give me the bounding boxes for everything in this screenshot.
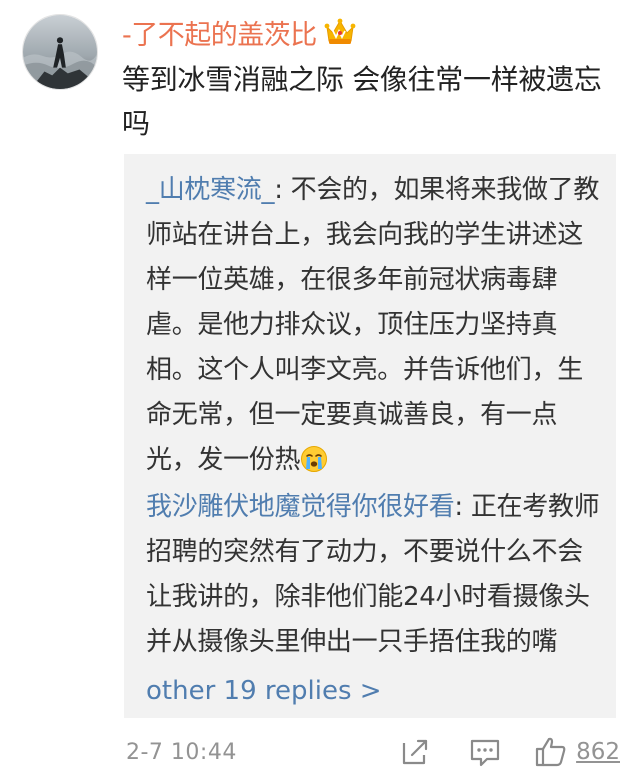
comment-icon[interactable]: [468, 735, 502, 769]
reply-item[interactable]: _山枕寒流_: 不会的，如果将来我做了教师站在讲台上，我会向我的学生讲述这样一位…: [146, 168, 602, 483]
repost-icon[interactable]: [398, 735, 432, 769]
reply-separator: :: [454, 492, 471, 522]
avatar-image: [23, 15, 97, 89]
reply-item[interactable]: 我沙雕伏地魔觉得你很好看: 正在考教师招聘的突然有了动力，不要说什么不会让我讲的…: [146, 485, 602, 665]
reply-author[interactable]: 我沙雕伏地魔觉得你很好看: [146, 492, 455, 522]
avatar[interactable]: [22, 14, 98, 90]
comment-text: 等到冰雪消融之际 会像往常一样被遗忘吗: [122, 63, 602, 140]
comment-footer: 2-7 10:44 862: [126, 732, 620, 772]
reply-author[interactable]: _山枕寒流_: [146, 175, 275, 205]
username[interactable]: -了不起的盖茨比: [122, 13, 317, 52]
vip-crown-icon[interactable]: [323, 17, 357, 47]
comment-header: -了不起的盖茨比: [122, 12, 357, 52]
thumbs-up-icon: [534, 735, 568, 769]
more-replies-link[interactable]: other 19 replies >: [146, 669, 602, 714]
reply-separator: :: [274, 175, 291, 205]
timestamp: 2-7 10:44: [126, 739, 237, 765]
replies-box[interactable]: _山枕寒流_: 不会的，如果将来我做了教师站在讲台上，我会向我的学生讲述这样一位…: [124, 154, 616, 718]
like-button[interactable]: 862: [534, 735, 620, 769]
reply-text: 不会的，如果将来我做了教师站在讲台上，我会向我的学生讲述这样一位英雄，在很多年前…: [146, 175, 600, 475]
like-count: 862: [576, 739, 620, 765]
crying-face-emoji: [300, 445, 328, 473]
